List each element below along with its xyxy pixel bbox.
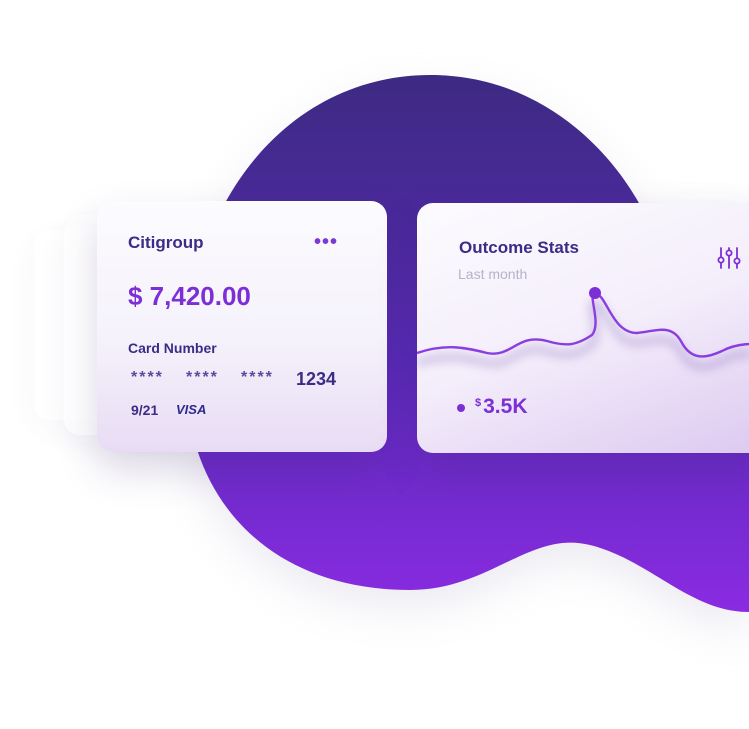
- more-dots-icon[interactable]: •••: [314, 231, 338, 254]
- bank-name: Citigroup: [128, 233, 204, 252]
- card-number-masked-group: ****: [186, 369, 219, 386]
- card-number-masked-group: ****: [241, 369, 274, 386]
- card-number-label: Card Number: [128, 340, 217, 356]
- stats-legend-dot: [457, 404, 465, 412]
- stats-currency: $: [475, 397, 482, 409]
- card-balance: $ 7,420.00: [128, 281, 251, 311]
- card-expiry: 9/21: [131, 402, 159, 418]
- stats-amount-value: 3.5K: [483, 395, 528, 418]
- outcome-line-chart: [417, 287, 749, 370]
- card-brand-logo: VISA: [176, 402, 207, 417]
- card-number-masked-group: ****: [131, 369, 164, 386]
- card-number-last-four: 1234: [296, 369, 337, 389]
- stats-amount: $3.5K: [475, 395, 527, 419]
- outcome-stats-card[interactable]: Outcome Stats Last month $3.5K: [417, 203, 749, 453]
- outcome-peak-marker: [589, 287, 601, 299]
- credit-card[interactable]: Citigroup ••• $ 7,420.00 Card Number ***…: [97, 201, 387, 452]
